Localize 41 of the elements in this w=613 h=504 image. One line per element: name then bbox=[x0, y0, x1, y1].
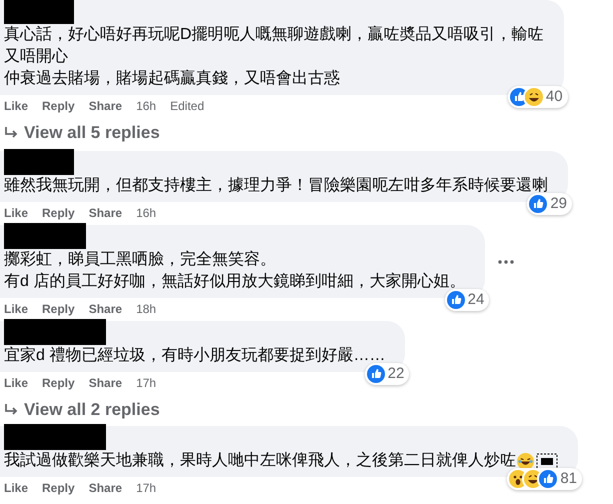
redaction-bar bbox=[4, 149, 74, 175]
reaction-badge[interactable]: 29 bbox=[527, 193, 572, 215]
comment-text: 雖然我無玩開，但都支持樓主，據理力爭！冒險樂園呃左咁多年系時候要還喇 bbox=[4, 176, 548, 196]
comment-action-link[interactable]: Like bbox=[4, 374, 28, 392]
reaction-badge[interactable]: 22 bbox=[364, 363, 410, 385]
timestamp[interactable]: 17h bbox=[136, 479, 156, 497]
view-replies-link[interactable]: View all 2 replies bbox=[24, 397, 160, 423]
reply-arrow-icon bbox=[4, 403, 18, 417]
comment-action-link[interactable]: Share bbox=[88, 97, 122, 115]
timestamp[interactable]: 16h bbox=[136, 97, 156, 115]
comment-action-link[interactable]: Like bbox=[4, 204, 28, 222]
comment-text: 有d 店的員工好好咖，無話好似用放大鏡睇到咁細，大家開心姐。 bbox=[4, 272, 466, 292]
timestamp[interactable]: 18h bbox=[136, 300, 156, 318]
comment-action-link[interactable]: Share bbox=[88, 300, 122, 318]
timestamp[interactable]: 16h bbox=[136, 204, 156, 222]
reply-arrow-icon bbox=[4, 126, 18, 140]
comment-action-link[interactable]: Like bbox=[4, 97, 28, 115]
timestamp[interactable]: 17h bbox=[136, 374, 156, 392]
comment-action-link[interactable]: Reply bbox=[42, 300, 75, 318]
comment-text: 真心話，好心唔好再玩呢D擺明呃人嘅無聊遊戲喇，贏咗奬品又唔吸引，輸咗 bbox=[4, 24, 544, 45]
comment-action-link[interactable]: Like bbox=[4, 300, 28, 318]
comment-text: 仲衰過去賭場，賭場起碼贏真錢，又唔會出古惑 bbox=[4, 68, 340, 89]
comment-text: 擲彩虹，睇員工黑哂臉，完全無笑容。 bbox=[4, 250, 276, 270]
edited-label: Edited bbox=[170, 98, 204, 115]
comment-action-link[interactable]: Like bbox=[4, 479, 28, 497]
comment-text: 宜家d 禮物已經垃圾，有時小朋友玩都要捉到好嚴…… bbox=[4, 346, 386, 366]
reaction-badge[interactable]: 24 bbox=[444, 289, 490, 311]
reaction-badge[interactable]: 81 bbox=[507, 468, 582, 490]
comment-text: 我試過做歡樂天地兼職，果時人哋中左咪俾飛人，之後第二日就俾人炒咗 bbox=[4, 450, 516, 471]
comment-action-link[interactable]: Share bbox=[88, 479, 122, 497]
comment-action-link[interactable]: Share bbox=[88, 374, 122, 392]
reaction-badge[interactable]: 40 bbox=[508, 86, 568, 108]
comment-text: 又唔開心 bbox=[4, 46, 68, 67]
comment-action-link[interactable]: Reply bbox=[42, 204, 75, 222]
view-replies-link[interactable]: View all 5 replies bbox=[24, 120, 160, 146]
more-options-icon[interactable] bbox=[497, 258, 516, 264]
comment-action-link[interactable]: Share bbox=[88, 204, 122, 222]
comment-action-link[interactable]: Reply bbox=[42, 374, 75, 392]
comment-action-link[interactable]: Reply bbox=[42, 97, 75, 115]
comment-action-link[interactable]: Reply bbox=[42, 479, 75, 497]
redaction-bar bbox=[4, 0, 74, 24]
